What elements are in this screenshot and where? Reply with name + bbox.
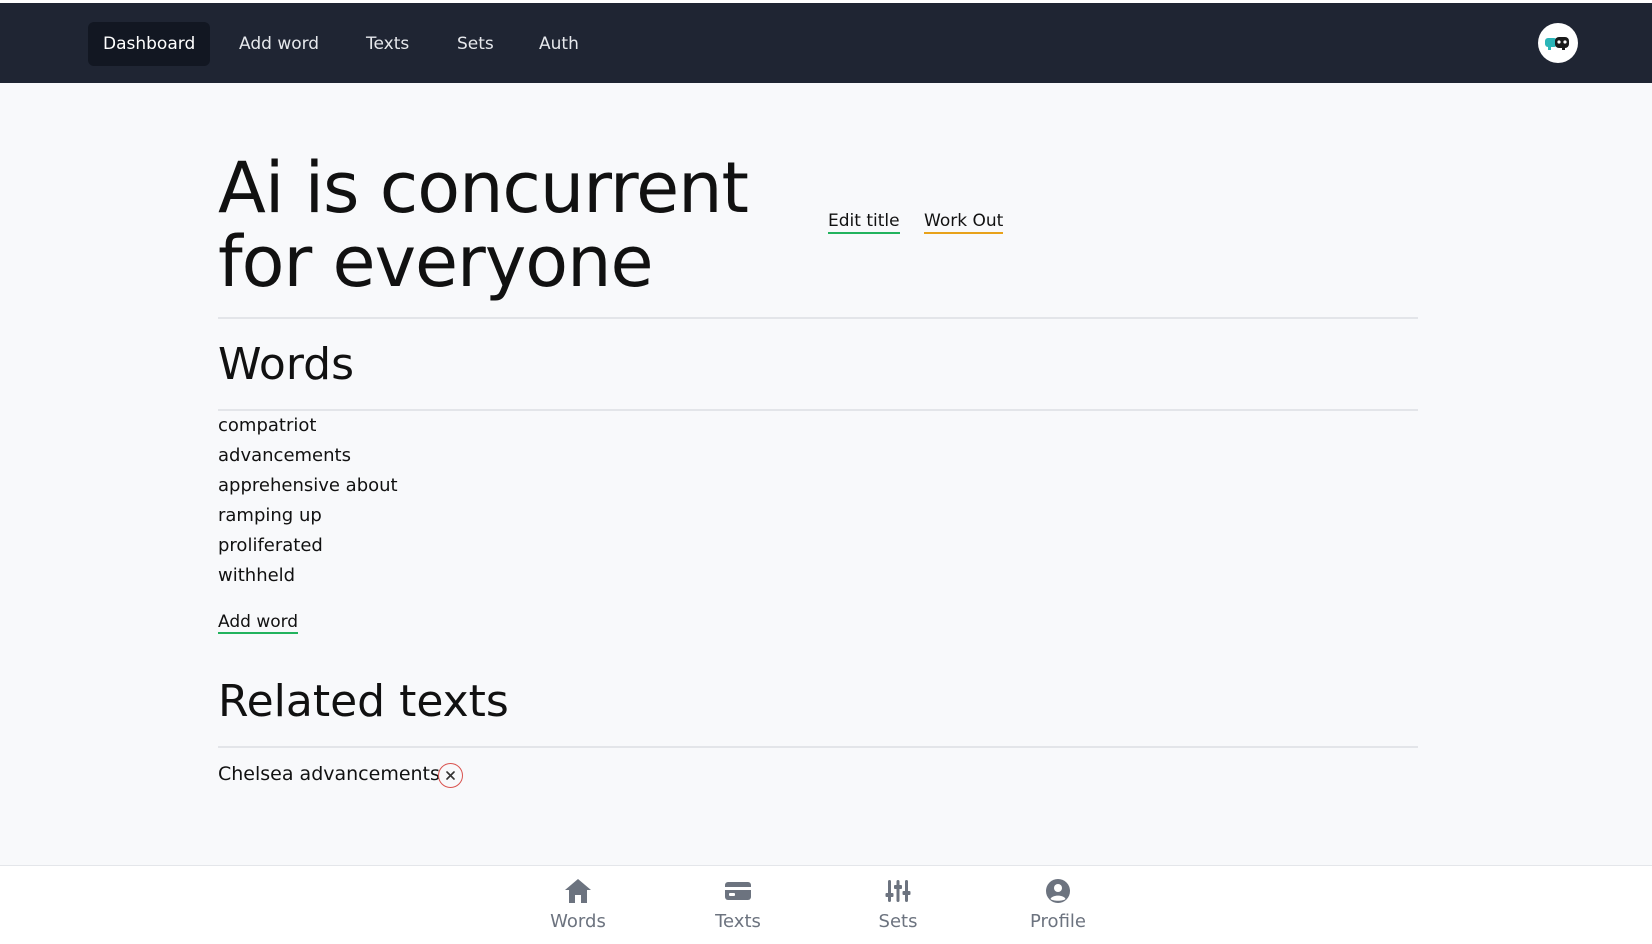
user-avatar-icon [1545, 37, 1569, 50]
nav-auth[interactable]: Auth [524, 22, 594, 66]
bottom-navbar: Words Texts Sets Profile [0, 865, 1652, 944]
home-icon [565, 879, 591, 903]
close-icon [446, 771, 455, 780]
related-texts-heading: Related texts [218, 676, 509, 727]
word-item: proliferated [218, 535, 323, 556]
words-divider [218, 409, 1418, 411]
related-text-item[interactable]: Chelsea advancements [218, 763, 440, 785]
title-divider [218, 317, 1418, 319]
nav-texts[interactable]: Texts [351, 22, 424, 66]
sliders-icon [885, 880, 911, 902]
profile-icon [1046, 879, 1070, 903]
bottom-nav-profile[interactable]: Profile [998, 878, 1118, 932]
top-navbar: Dashboard Add word Texts Sets Auth [0, 3, 1652, 83]
words-list: compatriot advancements apprehensive abo… [218, 411, 398, 591]
page-title: Ai is concurrent for everyone [218, 147, 749, 303]
bottom-nav-words[interactable]: Words [518, 878, 638, 932]
nav-dashboard[interactable]: Dashboard [88, 22, 211, 66]
word-item: withheld [218, 565, 296, 586]
nav-sets[interactable]: Sets [442, 22, 509, 66]
user-avatar[interactable] [1538, 23, 1578, 63]
word-item: compatriot [218, 415, 317, 436]
bottom-nav-label: Sets [878, 911, 918, 932]
bottom-nav-label: Words [550, 911, 606, 932]
bottom-nav-label: Profile [1030, 911, 1086, 932]
bottom-nav-texts[interactable]: Texts [678, 878, 798, 932]
word-item: ramping up [218, 505, 322, 526]
card-icon [725, 882, 751, 900]
word-item: advancements [218, 445, 351, 466]
nav-add-word[interactable]: Add word [224, 22, 334, 66]
bottom-nav-label: Texts [715, 911, 761, 932]
related-divider [218, 746, 1418, 748]
work-out-link[interactable]: Work Out [924, 211, 1004, 234]
word-item: apprehensive about [218, 475, 398, 496]
bottom-nav-sets[interactable]: Sets [838, 878, 958, 932]
add-word-link[interactable]: Add word [218, 612, 299, 634]
edit-title-link[interactable]: Edit title [828, 211, 900, 234]
words-heading: Words [218, 339, 355, 390]
remove-related-button[interactable] [438, 763, 463, 788]
